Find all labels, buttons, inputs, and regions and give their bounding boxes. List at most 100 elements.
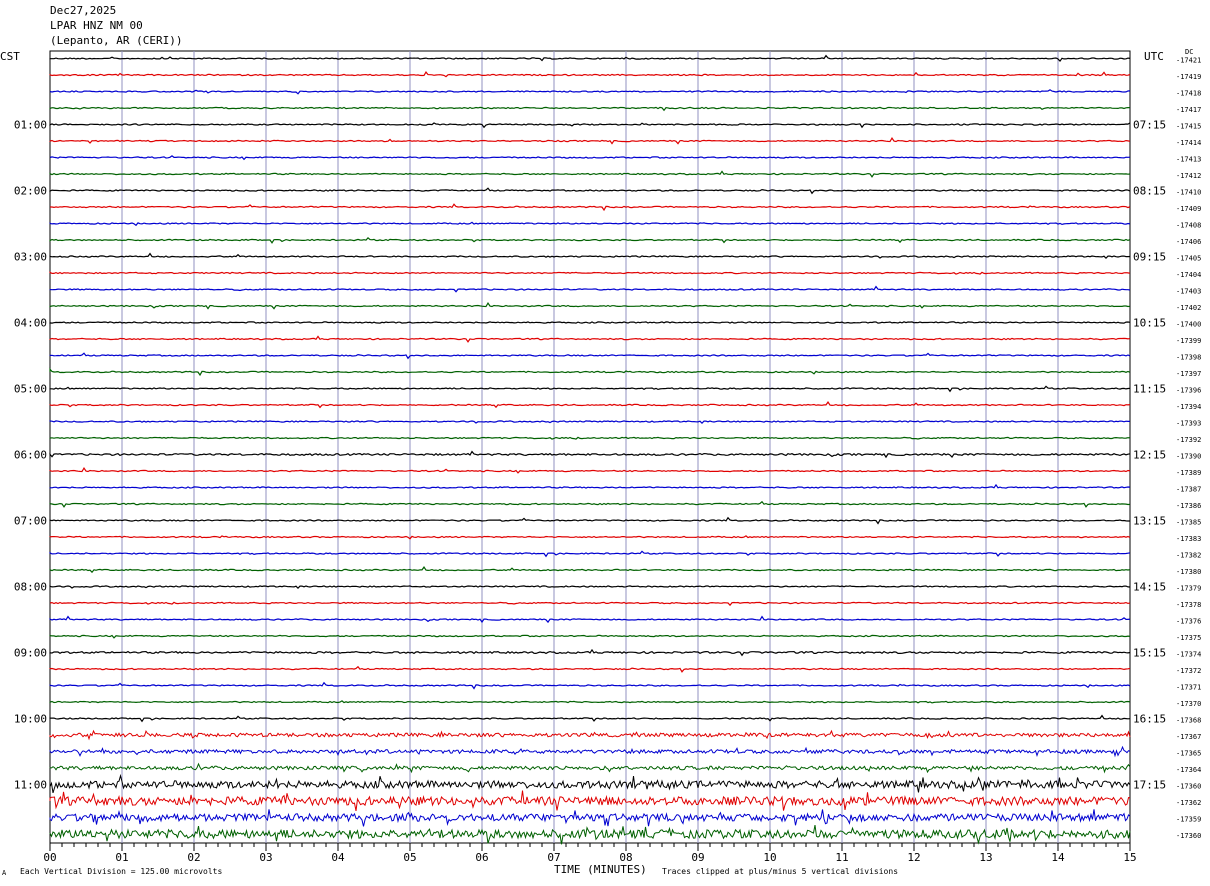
hour-label-right: 07:15	[1133, 119, 1166, 132]
seismic-trace	[49, 516, 1130, 525]
seismic-trace	[49, 301, 1131, 310]
seismic-trace	[49, 136, 1131, 145]
seismic-trace	[49, 615, 1131, 624]
dc-offset-label: -17412	[1176, 172, 1201, 180]
scale-note: Each Vertical Division = 125.00 microvol…	[20, 867, 223, 876]
dc-offset-label: -17385	[1176, 519, 1201, 527]
x-tick-label: 06	[475, 851, 488, 864]
seismic-trace	[49, 762, 1131, 774]
hour-label-left: 04:00	[14, 317, 47, 330]
seismic-trace	[49, 385, 1131, 393]
dc-offset-label: -17376	[1176, 618, 1201, 626]
dc-offset-label: -17375	[1176, 634, 1201, 642]
seismic-trace	[49, 89, 1131, 95]
seismic-trace	[49, 773, 1131, 794]
seismic-trace	[49, 367, 1131, 377]
seismic-trace	[49, 566, 1131, 574]
dc-offset-label: -17389	[1176, 469, 1201, 477]
seismic-trace	[49, 790, 1131, 811]
seismic-trace	[49, 401, 1131, 409]
dc-offset-label: -17379	[1176, 585, 1201, 593]
hour-label-right: 09:15	[1133, 251, 1166, 264]
clip-note: Traces clipped at plus/minus 5 vertical …	[662, 867, 899, 876]
seismic-trace	[49, 221, 1131, 227]
seismic-trace	[49, 648, 1131, 657]
hour-label-right: 15:15	[1133, 647, 1166, 660]
x-tick-label: 10	[763, 851, 776, 864]
dc-offset-label: -17365	[1176, 750, 1201, 758]
dc-offset-label: -17409	[1176, 205, 1201, 213]
x-tick-label: 15	[1123, 851, 1136, 864]
dc-offset-label: -17360	[1176, 783, 1201, 791]
x-tick-label: 12	[907, 851, 920, 864]
dc-offset-label: -17378	[1176, 601, 1201, 609]
dc-offset-label: -17394	[1176, 403, 1201, 411]
dc-offset-label: -17396	[1176, 387, 1201, 395]
dc-offset-label: -17421	[1176, 57, 1201, 65]
dc-offset-label: -17362	[1176, 799, 1201, 807]
seismic-trace	[49, 483, 1131, 489]
corner-mark: A	[2, 869, 7, 877]
dc-offset-label: -17374	[1176, 651, 1201, 659]
hour-label-left: 05:00	[14, 383, 47, 396]
x-tick-label: 01	[115, 851, 128, 864]
hour-label-left: 09:00	[14, 647, 47, 660]
hour-label-left: 01:00	[14, 119, 47, 132]
seismic-trace	[49, 271, 1131, 275]
dc-offset-label: -17419	[1176, 73, 1201, 81]
seismic-trace	[49, 450, 1131, 459]
dc-offset-label: -17403	[1176, 288, 1201, 296]
dc-offset-label: -17392	[1176, 436, 1201, 444]
seismic-trace	[49, 335, 1131, 343]
seismic-trace	[49, 170, 1131, 178]
x-tick-label: 00	[43, 851, 56, 864]
hour-label-left: 06:00	[14, 449, 47, 462]
dc-offset-label: -17402	[1176, 304, 1201, 312]
seismic-trace	[49, 714, 1131, 723]
dc-offset-label: -17368	[1176, 717, 1201, 725]
dc-offset-label: -17387	[1176, 486, 1201, 494]
seismic-trace	[49, 466, 1131, 474]
hour-label-right: 17:15	[1133, 779, 1166, 792]
dc-offset-label: -17382	[1176, 552, 1201, 560]
hour-label-right: 14:15	[1133, 581, 1166, 594]
hour-label-left: 10:00	[14, 713, 47, 726]
dc-offset-label: -17400	[1176, 321, 1201, 329]
seismic-trace	[49, 809, 1131, 827]
seismic-trace	[49, 321, 1131, 324]
hour-label-left: 07:00	[14, 515, 47, 528]
dc-offset-label: -17397	[1176, 370, 1201, 378]
plot-frame	[49, 50, 1131, 844]
x-tick-label: 05	[403, 851, 416, 864]
dc-offset-label: -17418	[1176, 90, 1201, 98]
dc-offset-label: -17383	[1176, 535, 1201, 543]
hour-label-right: 13:15	[1133, 515, 1166, 528]
seismic-trace	[49, 71, 1131, 78]
hour-label-right: 10:15	[1133, 317, 1166, 330]
dc-offset-label: -17414	[1176, 139, 1201, 147]
seismic-trace	[49, 500, 1131, 508]
seismic-trace	[49, 729, 1131, 741]
dc-offset-label: -17413	[1176, 156, 1201, 164]
x-tick-label: 04	[331, 851, 345, 864]
seismogram-plot: -17421 -17419 -17418 -17417 -17415 -17414 -174…	[14, 50, 1201, 864]
dc-offset-label: -17371	[1176, 684, 1201, 692]
x-tick-label: 09	[691, 851, 704, 864]
dc-offset-label: -17410	[1176, 189, 1201, 197]
seismic-trace	[49, 601, 1131, 607]
dc-offset-label: -17406	[1176, 238, 1201, 246]
seismic-trace	[49, 155, 1131, 161]
dc-offset-label: -17398	[1176, 354, 1201, 362]
x-tick-label: 11	[835, 851, 848, 864]
dc-offset-label: -17415	[1176, 123, 1201, 131]
hour-label-right: 08:15	[1133, 185, 1166, 198]
dc-offset-label: -17360	[1176, 832, 1201, 840]
seismic-trace	[49, 745, 1131, 758]
dc-offset-label: -17393	[1176, 420, 1201, 428]
seismic-trace	[49, 585, 1131, 590]
seismic-trace	[50, 203, 1131, 212]
x-tick-label: 03	[259, 851, 272, 864]
dc-offset-label: -17404	[1176, 271, 1201, 279]
seismic-trace	[49, 700, 1131, 704]
hour-label-right: 12:15	[1133, 449, 1166, 462]
